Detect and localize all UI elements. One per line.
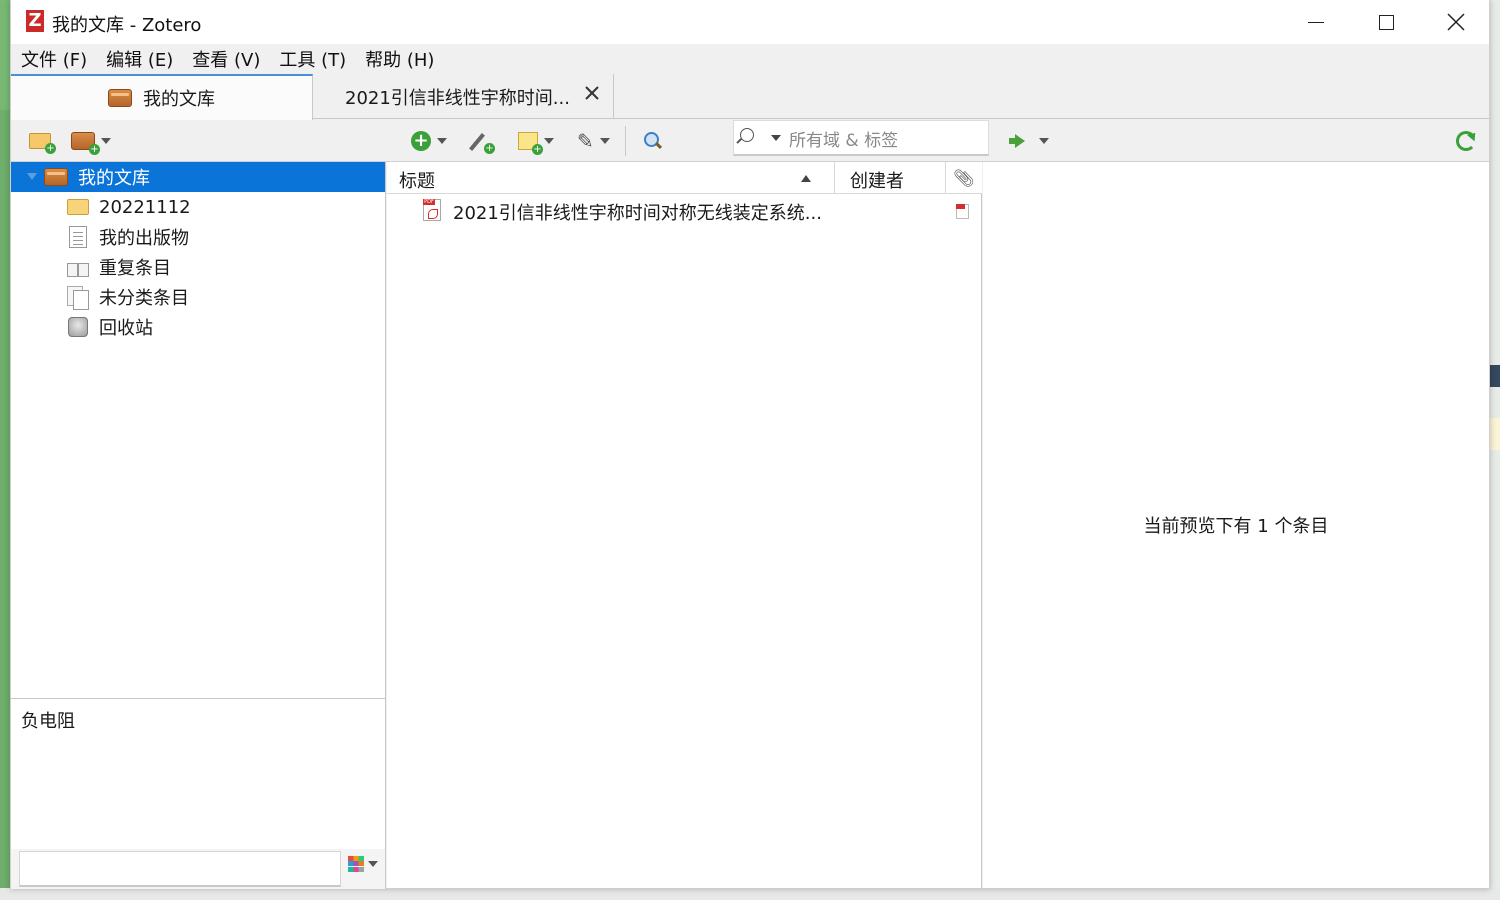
new-note-icon — [518, 132, 543, 155]
tab-bar: 我的文库 2021引信非线性宇称时间... — [11, 74, 1489, 120]
menu-bar: 文件 (F) 编辑 (E) 查看 (V) 工具 (T) 帮助 (H) — [11, 44, 1489, 74]
tab-pdf-reader[interactable]: 2021引信非线性宇称时间... — [313, 74, 614, 119]
maximize-icon — [1378, 14, 1394, 30]
new-item-button[interactable]: + — [411, 128, 447, 154]
trash-icon — [68, 317, 88, 337]
column-divider[interactable] — [945, 162, 946, 194]
tag-filter-input[interactable] — [19, 851, 341, 887]
locate-arrow-icon — [1009, 134, 1025, 148]
collection-label: 未分类条目 — [99, 288, 189, 309]
add-by-identifier-button[interactable] — [471, 128, 495, 154]
dropdown-arrow-icon — [1039, 138, 1049, 144]
background-window-strip — [1490, 365, 1500, 387]
menu-edit[interactable]: 编辑 (E) — [106, 46, 173, 72]
collapse-twisty-icon[interactable] — [27, 173, 37, 180]
menu-tools[interactable]: 工具 (T) — [279, 46, 346, 72]
menu-file[interactable]: 文件 (F) — [21, 46, 87, 72]
menu-help[interactable]: 帮助 (H) — [365, 46, 434, 72]
sync-button[interactable] — [1456, 128, 1476, 154]
collection-my-publications[interactable]: 我的出版物 — [11, 222, 385, 252]
collections-pane: 我的文库 20221112 我的出版物 重复条目 未分类条目 回收站 — [11, 162, 386, 698]
item-pane: 当前预览下有 1 个条目 — [983, 162, 1489, 888]
column-divider[interactable] — [834, 162, 835, 194]
dropdown-arrow-icon — [544, 138, 554, 144]
new-library-icon — [71, 132, 100, 155]
library-icon — [44, 168, 68, 186]
main-toolbar: + ✎ 所有域 & 标签 — [11, 120, 1489, 162]
background-window-strip — [1490, 418, 1500, 450]
dropdown-arrow-icon — [368, 861, 378, 867]
item-title: 2021引信非线性宇称时间对称无线装定系统... — [453, 203, 822, 224]
tag-colors-icon — [348, 856, 364, 872]
search-icon — [740, 128, 754, 142]
new-collection-icon — [29, 133, 56, 154]
search-placeholder: 所有域 & 标签 — [789, 131, 899, 151]
collection-label: 重复条目 — [99, 258, 171, 279]
collection-trash[interactable]: 回收站 — [11, 312, 385, 342]
taskbar-edge — [0, 888, 1500, 900]
dropdown-arrow-icon — [599, 138, 610, 144]
unfiled-icon — [67, 286, 89, 310]
column-title[interactable]: 标题 — [399, 167, 435, 193]
publications-icon — [69, 226, 87, 248]
new-library-button[interactable] — [71, 128, 111, 155]
background-window-edge — [1490, 0, 1500, 900]
menu-view[interactable]: 查看 (V) — [192, 46, 260, 72]
tab-label: 2021引信非线性宇称时间... — [345, 87, 570, 109]
close-window-button[interactable] — [1421, 0, 1491, 44]
item-row[interactable]: 2021引信非线性宇称时间对称无线装定系统... — [387, 195, 982, 225]
tag-actions-button[interactable] — [348, 856, 378, 872]
title-bar[interactable]: Z 我的文库 - Zotero — [11, 0, 1489, 44]
tab-label: 我的文库 — [143, 89, 215, 110]
window-title: 我的文库 - Zotero — [52, 15, 202, 36]
sort-ascending-icon — [801, 175, 811, 182]
collection-my-library[interactable]: 我的文库 — [11, 162, 385, 192]
search-mode-dropdown-icon[interactable] — [771, 135, 781, 141]
items-pane: 标题 创建者 📎︎ 2021引信非线性宇称时间对称无线装定系统... — [387, 162, 982, 888]
magic-wand-icon — [471, 130, 495, 154]
close-tab-icon[interactable] — [585, 86, 599, 100]
magnifier-icon — [643, 131, 663, 151]
library-icon — [108, 89, 132, 107]
new-note-button[interactable] — [518, 128, 554, 155]
column-creator[interactable]: 创建者 — [850, 167, 904, 193]
dropdown-arrow-icon — [101, 138, 111, 144]
add-attachment-button[interactable]: ✎ — [577, 128, 610, 154]
locate-button[interactable] — [1009, 128, 1049, 154]
duplicates-icon — [67, 257, 89, 277]
dropdown-arrow-icon — [437, 138, 447, 144]
zotero-logo-icon: Z — [26, 10, 44, 32]
close-icon — [1447, 13, 1465, 31]
collection-label: 我的文库 — [78, 168, 150, 189]
add-item-icon: + — [411, 131, 431, 151]
maximize-button[interactable] — [1351, 0, 1421, 44]
zotero-window: Z 我的文库 - Zotero 文件 (F) 编辑 (E) 查看 (V) 工具 … — [10, 0, 1490, 889]
toolbar-separator — [625, 126, 626, 156]
tag-item[interactable]: 负电阻 — [21, 707, 75, 733]
folder-icon — [67, 199, 89, 215]
tag-selector: 负电阻 — [11, 698, 386, 889]
paperclip-icon: ✎ — [577, 129, 594, 153]
items-column-header: 标题 创建者 📎︎ — [387, 162, 982, 194]
search-input[interactable]: 所有域 & 标签 — [733, 120, 989, 156]
collection-duplicates[interactable]: 重复条目 — [11, 252, 385, 282]
collection-20221112[interactable]: 20221112 — [11, 192, 385, 222]
collection-unfiled[interactable]: 未分类条目 — [11, 282, 385, 312]
collection-label: 回收站 — [99, 318, 153, 339]
advanced-search-button[interactable] — [643, 128, 663, 154]
minimize-button[interactable] — [1281, 0, 1351, 44]
attachment-column-icon[interactable]: 📎︎ — [953, 169, 975, 189]
pdf-attachment-icon[interactable] — [956, 204, 969, 219]
pdf-icon — [423, 199, 441, 221]
item-count-message: 当前预览下有 1 个条目 — [1143, 516, 1329, 537]
minimize-icon — [1308, 21, 1324, 23]
tab-my-library[interactable]: 我的文库 — [11, 74, 313, 120]
collection-label: 我的出版物 — [99, 228, 189, 249]
sync-icon — [1456, 131, 1476, 151]
collection-label: 20221112 — [99, 196, 191, 218]
new-collection-button[interactable] — [29, 128, 56, 154]
